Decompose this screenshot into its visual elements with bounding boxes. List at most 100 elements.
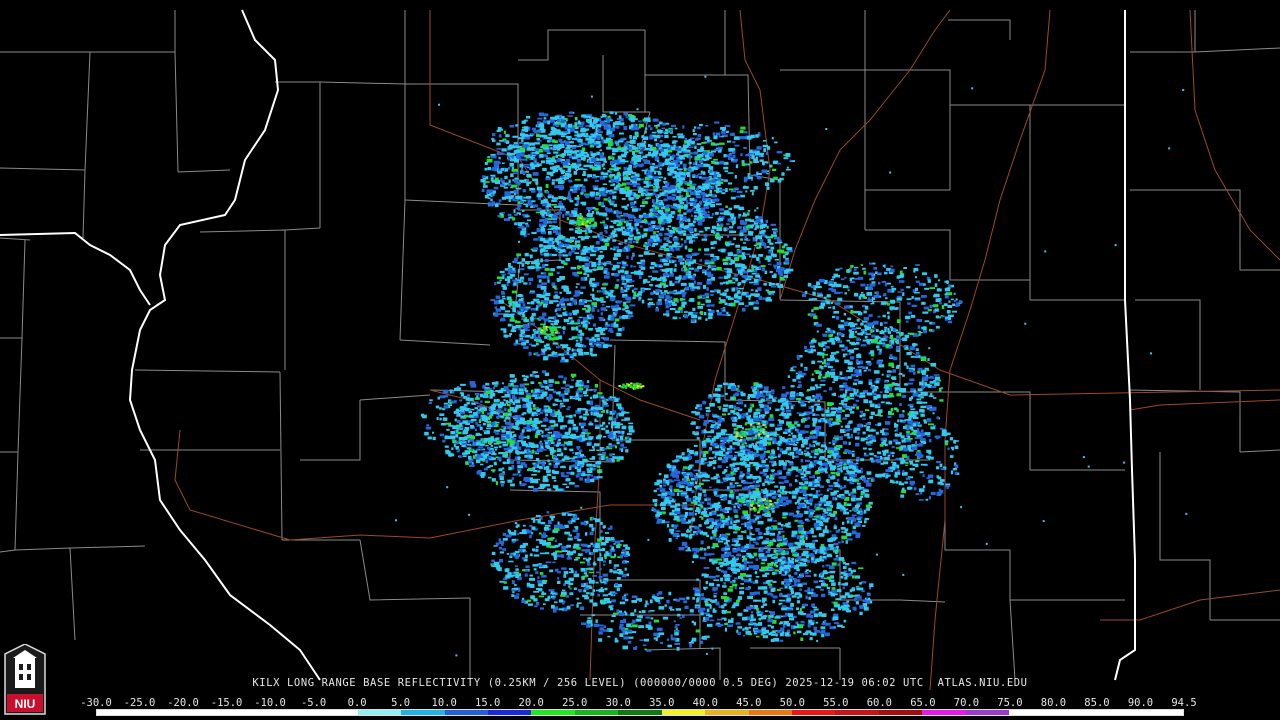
echo-pixel xyxy=(600,158,606,161)
echo-pixel xyxy=(537,207,542,211)
echo-pixel xyxy=(738,213,742,217)
echo-pixel xyxy=(673,292,678,295)
echo-pixel xyxy=(492,386,496,390)
echo-pixel xyxy=(496,276,503,280)
echo-pixel xyxy=(650,278,655,281)
echo-pixel xyxy=(576,283,580,285)
echo-pixel xyxy=(596,460,601,465)
echo-pixel xyxy=(767,239,771,243)
echo-pixel xyxy=(699,294,706,297)
echo-pixel xyxy=(655,198,659,203)
echo-pixel xyxy=(592,174,596,177)
echo-pixel xyxy=(786,247,793,250)
echo-pixel xyxy=(720,223,724,226)
echo-pixel xyxy=(791,495,797,499)
echo-pixel xyxy=(613,321,617,326)
echo-pixel xyxy=(703,312,707,316)
echo-pixel xyxy=(708,216,713,219)
echo-pixel xyxy=(717,312,722,314)
echo-pixel xyxy=(574,203,579,206)
echo-pixel xyxy=(669,270,673,274)
echo-pixel xyxy=(707,211,710,214)
echo-pixel xyxy=(491,478,496,482)
echo-pixel xyxy=(594,334,600,338)
echo-pixel xyxy=(649,208,653,212)
echo-pixel xyxy=(546,473,552,476)
echo-pixel xyxy=(589,280,593,285)
echo-pixel xyxy=(773,520,777,522)
echo-pixel xyxy=(584,385,590,388)
county-line xyxy=(944,470,1011,600)
echo-pixel xyxy=(703,462,708,464)
echo-pixel xyxy=(666,253,673,256)
echo-pixel xyxy=(569,353,574,357)
echo-pixel xyxy=(856,497,862,501)
echo-pixel xyxy=(498,300,504,304)
echo-pixel xyxy=(695,314,698,319)
echo-pixel xyxy=(651,199,655,203)
echo-pixel xyxy=(693,444,698,447)
echo-pixel xyxy=(554,398,559,402)
echo-pixel xyxy=(514,399,521,404)
echo-pixel xyxy=(648,288,651,290)
echo-pixel xyxy=(728,493,735,498)
echo-pixel xyxy=(673,525,677,529)
echo-pixel xyxy=(774,236,780,240)
echo-pixel xyxy=(575,383,582,387)
echo-pixel xyxy=(548,316,554,319)
echo-pixel xyxy=(515,181,521,185)
echo-pixel xyxy=(818,504,822,506)
echo-pixel xyxy=(731,503,735,506)
echo-pixel xyxy=(705,318,708,321)
echo-pixel xyxy=(523,476,530,481)
echo-pixel xyxy=(486,158,493,163)
echo-pixel xyxy=(773,273,777,276)
echo-pixel xyxy=(543,406,548,410)
echo-pixel xyxy=(756,218,761,222)
echo-pixel xyxy=(518,195,523,200)
echo-pixel xyxy=(612,195,617,200)
echo-pixel xyxy=(734,490,739,492)
echo-pixel xyxy=(597,234,600,238)
echo-pixel xyxy=(574,179,581,181)
echo-pixel xyxy=(476,471,481,475)
echo-pixel xyxy=(686,448,690,453)
echo-pixel xyxy=(537,258,540,263)
echo-pixel xyxy=(746,248,752,250)
echo-pixel xyxy=(599,424,604,427)
echo-pixel xyxy=(675,537,678,540)
echo-pixel xyxy=(531,394,537,397)
echo-pixel xyxy=(731,544,735,546)
echo-pixel xyxy=(831,465,836,467)
echo-pixel xyxy=(673,488,680,492)
echo-pixel xyxy=(536,186,543,191)
echo-pixel xyxy=(615,144,620,146)
echo-pixel xyxy=(639,217,642,220)
echo-pixel xyxy=(649,284,653,287)
echo-pixel xyxy=(704,262,711,265)
echo-pixel xyxy=(527,469,530,472)
echo-pixel xyxy=(616,403,622,407)
echo-pixel xyxy=(751,267,754,272)
echo-pixel xyxy=(664,290,668,293)
echo-pixel xyxy=(647,304,651,308)
echo-pixel xyxy=(733,205,740,209)
echo-pixel xyxy=(524,165,529,168)
echo-pixel xyxy=(538,487,545,489)
echo-pixel xyxy=(742,510,748,515)
echo-pixel xyxy=(582,299,586,302)
echo-pixel xyxy=(690,501,697,504)
echo-pixel xyxy=(579,434,585,438)
echo-pixel xyxy=(583,272,587,275)
echo-pixel xyxy=(610,330,614,333)
echo-pixel xyxy=(639,204,646,207)
echo-pixel xyxy=(636,261,643,265)
echo-pixel xyxy=(669,296,673,299)
echo-pixel xyxy=(547,279,550,283)
echo-pixel xyxy=(593,412,599,416)
echo-pixel xyxy=(707,278,711,281)
echo-pixel xyxy=(564,377,567,380)
echo-pixel xyxy=(562,326,566,330)
echo-pixel xyxy=(791,534,795,537)
echo-pixel xyxy=(762,513,767,516)
